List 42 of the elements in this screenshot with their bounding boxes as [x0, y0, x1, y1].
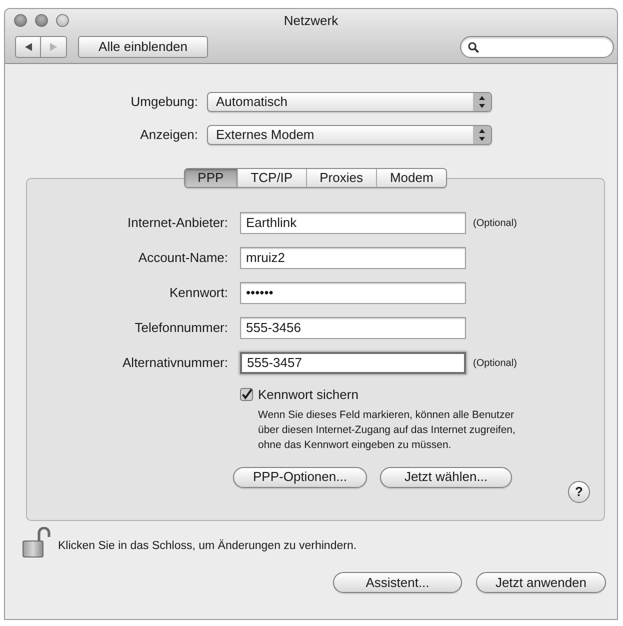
field-label: Kennwort: [168, 284, 229, 302]
popup-button[interactable]: Automatisch [207, 92, 492, 112]
panel-button[interactable]: PPP-Optionen... [233, 466, 367, 488]
field-label: Account-Name: [137, 249, 229, 268]
panel-button[interactable]: Jetzt wählen... [380, 466, 512, 488]
minimize-icon[interactable] [35, 14, 48, 27]
optional-note: (Optional) [473, 356, 517, 370]
search-icon [468, 42, 479, 52]
optional-note: (Optional) [473, 216, 517, 230]
open-lock-icon[interactable] [22, 527, 51, 558]
show-all-button[interactable]: Alle einblenden [78, 36, 208, 58]
popup-label: Anzeigen: [139, 126, 199, 144]
close-icon[interactable] [14, 14, 27, 27]
updown-arrows-icon [473, 93, 491, 111]
checkbox-label: Kennwort sichern [258, 386, 358, 404]
tab[interactable]: Modem [376, 169, 446, 187]
input-field[interactable]: mruiz2 [240, 247, 466, 269]
right-triangle-icon [50, 43, 57, 51]
zoom-icon[interactable] [56, 14, 69, 27]
left-triangle-icon [24, 43, 32, 51]
input-field[interactable]: 555-3457 [240, 352, 466, 374]
tab[interactable]: Proxies [306, 169, 376, 187]
popup-label: Umgebung: [130, 93, 199, 112]
input-field[interactable]: Earthlink [240, 212, 466, 234]
input-field[interactable]: •••••• [240, 282, 466, 304]
field-label: Telefonnummer: [134, 319, 229, 338]
window-title: Netzwerk [284, 14, 338, 27]
field-label: Alternativnummer: [122, 354, 229, 372]
tab[interactable]: TCP/IP [236, 169, 306, 187]
input-field[interactable]: 555-3456 [240, 317, 466, 339]
footer-button[interactable]: Assistent... [333, 572, 462, 593]
search-field[interactable] [460, 36, 614, 58]
field-label: Internet-Anbieter: [126, 214, 229, 232]
footer-button[interactable]: Jetzt anwenden [476, 572, 606, 593]
description-text: Wenn Sie dieses Feld markieren, können alle Benutzer über diesen Internet-Zugang auf das Internet zugreifen, ohne das Kennwort eingeben zu müssen. [258, 408, 516, 452]
tab[interactable]: PPP [184, 169, 237, 187]
back-button[interactable] [15, 36, 41, 58]
updown-arrows-icon [473, 126, 491, 144]
checkbox[interactable] [240, 388, 253, 402]
help-button[interactable]: ? [568, 480, 590, 502]
popup-button[interactable]: Externes Modem [207, 125, 492, 145]
lock-message: Klicken Sie in das Schloss, um Änderungen zu verhindern. [58, 538, 357, 554]
